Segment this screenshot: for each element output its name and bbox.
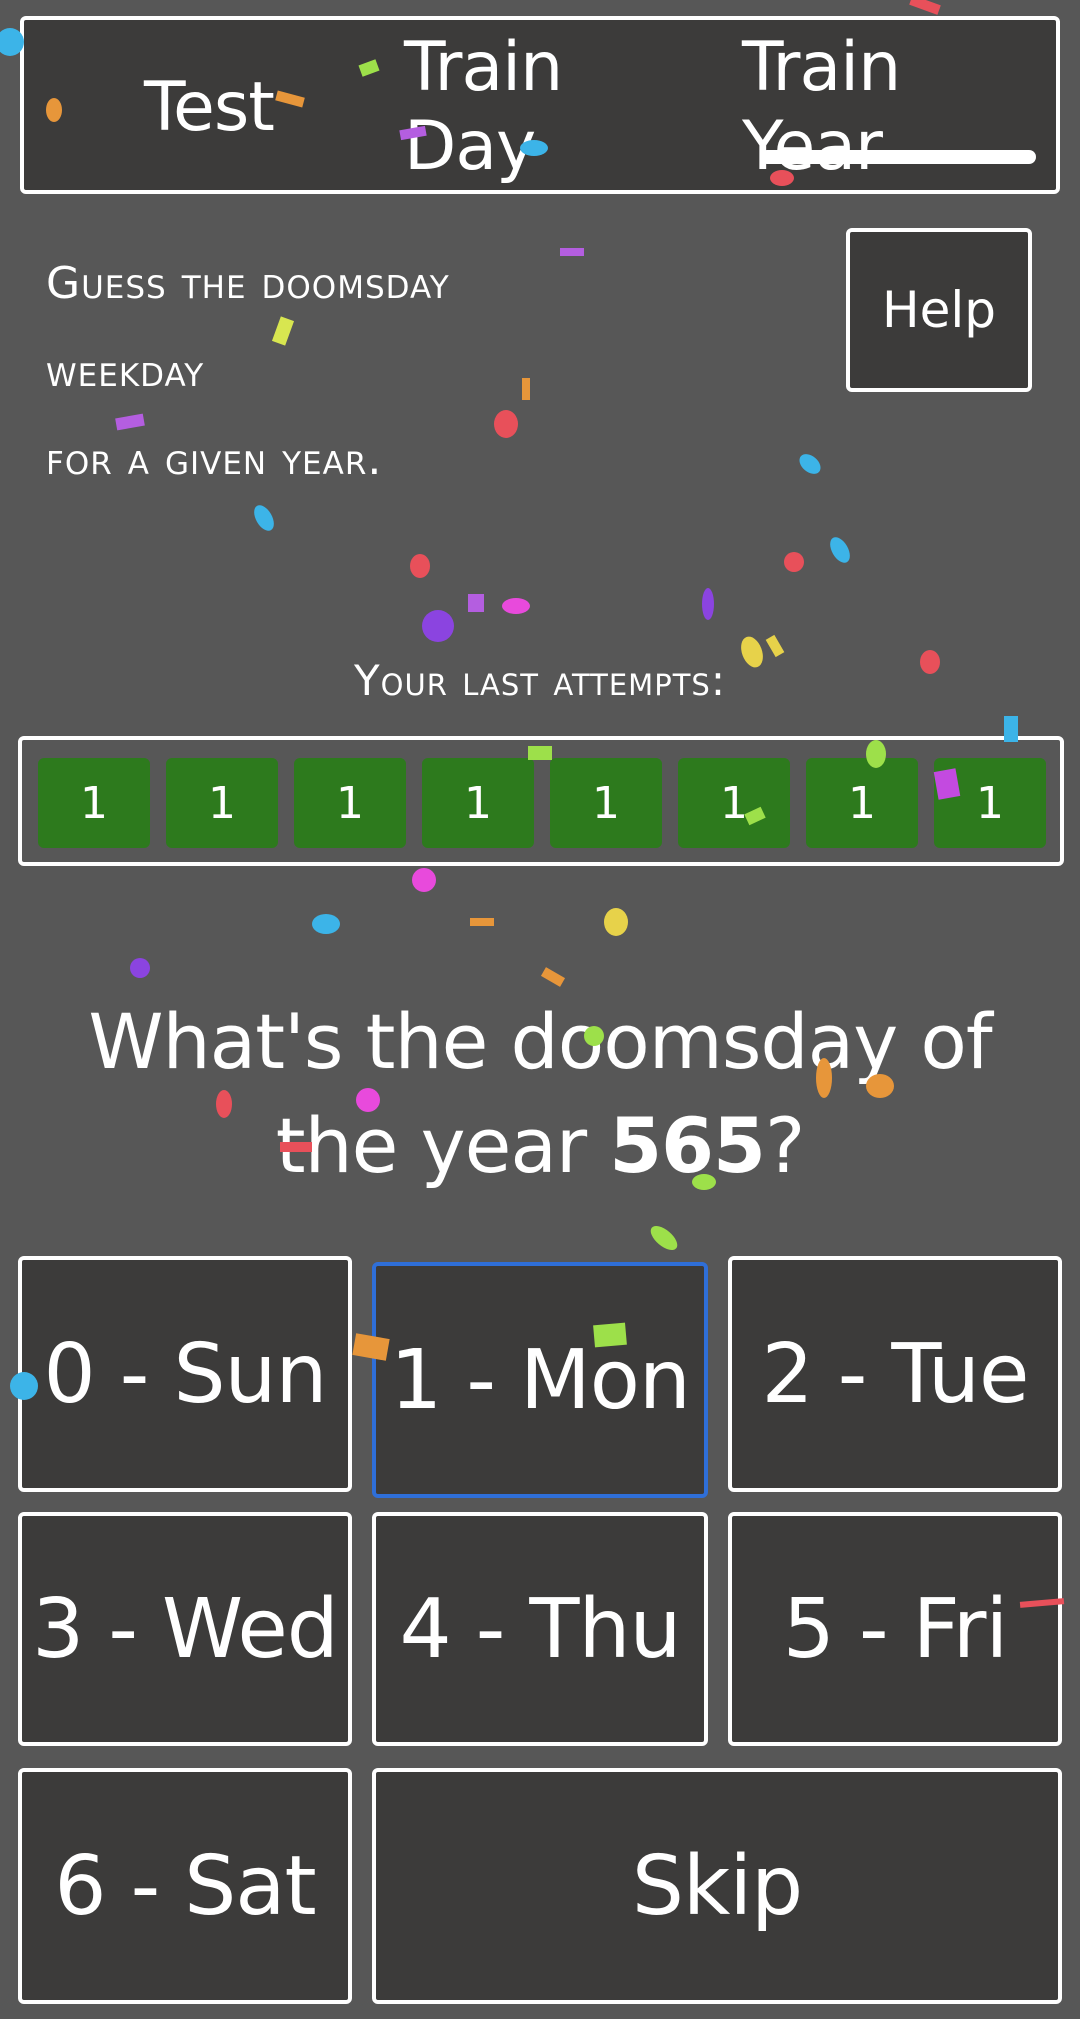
answer-thu-button[interactable]: 4 - Thu: [372, 1512, 708, 1746]
answer-wed-button[interactable]: 3 - Wed: [18, 1512, 352, 1746]
tab-train-day[interactable]: Train Day: [404, 20, 704, 194]
attempt-cell: 1: [422, 758, 534, 848]
last-attempts-panel: 1 1 1 1 1 1 1 1: [18, 736, 1064, 866]
attempt-cell: 1: [38, 758, 150, 848]
attempt-cell: 1: [678, 758, 790, 848]
attempt-cell: 1: [806, 758, 918, 848]
active-tab-underline: [760, 150, 1036, 164]
mode-tab-bar: Test Train Day Train Year: [20, 16, 1060, 194]
instructions-line-2: weekday: [46, 346, 205, 397]
tab-test[interactable]: Test: [114, 20, 304, 194]
question-suffix: ?: [764, 1101, 805, 1190]
attempt-cell: 1: [934, 758, 1046, 848]
answer-sun-button[interactable]: 0 - Sun: [18, 1256, 352, 1492]
instructions-text: Guess the doomsday weekday for a given y…: [46, 240, 626, 504]
instructions-line-3: for a given year.: [46, 434, 383, 485]
instructions-line-1: Guess the doomsday: [46, 258, 450, 309]
answer-tue-button[interactable]: 2 - Tue: [728, 1256, 1062, 1492]
answer-mon-button[interactable]: 1 - Mon: [372, 1262, 708, 1498]
attempt-cell: 1: [550, 758, 662, 848]
question-year: 565: [609, 1101, 766, 1190]
attempt-cell: 1: [294, 758, 406, 848]
attempt-cell: 1: [166, 758, 278, 848]
last-attempts-label: Your last attempts:: [354, 656, 726, 705]
answer-sat-button[interactable]: 6 - Sat: [18, 1768, 352, 2004]
answer-fri-button[interactable]: 5 - Fri: [728, 1512, 1062, 1746]
question-text: What's the doomsday of the year 565?: [40, 990, 1040, 1198]
question-prefix: What's the doomsday of the year: [88, 997, 992, 1190]
help-button[interactable]: Help: [846, 228, 1032, 392]
skip-button[interactable]: Skip: [372, 1768, 1062, 2004]
tab-train-year[interactable]: Train Year: [742, 20, 1054, 194]
